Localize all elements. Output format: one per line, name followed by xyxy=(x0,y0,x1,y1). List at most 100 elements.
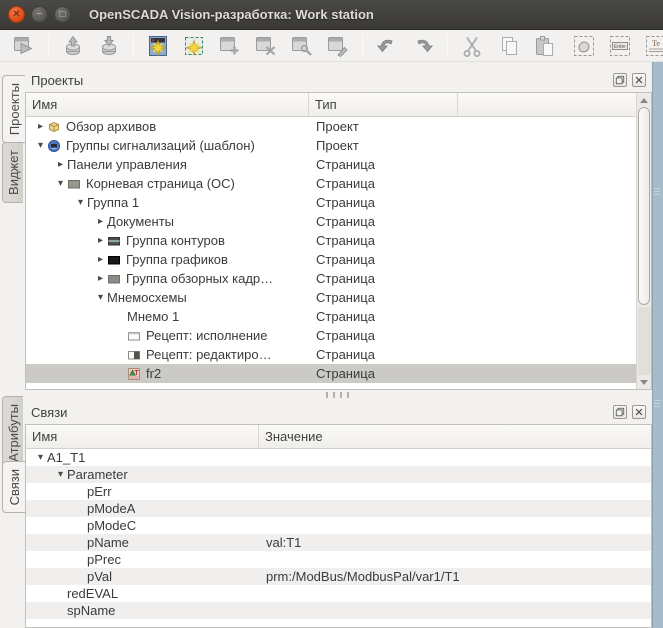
redo-icon[interactable] xyxy=(410,33,436,59)
run-project-icon[interactable] xyxy=(11,33,37,59)
tree-row[interactable]: ▾A1_T1 xyxy=(26,449,651,466)
projects-vertical-scrollbar[interactable] xyxy=(636,93,651,389)
collapse-icon[interactable]: ▾ xyxy=(34,453,47,463)
collapse-icon[interactable]: ▾ xyxy=(94,293,107,303)
save-to-db-icon[interactable] xyxy=(96,33,122,59)
collapse-icon[interactable]: ▾ xyxy=(54,470,67,480)
svg-text:Enter: Enter xyxy=(614,44,626,50)
svg-text:Te: Te xyxy=(652,39,660,48)
tree-row[interactable]: ▸Группа обзорных кадр…Страница xyxy=(26,269,651,288)
tree-row[interactable]: ▾Группа 1Страница xyxy=(26,193,651,212)
tree-row[interactable]: pErr xyxy=(26,483,651,500)
tab-links[interactable]: Связи xyxy=(2,461,25,513)
tree-row[interactable]: Tfr2Страница xyxy=(26,364,651,383)
dock-splitter-grip-icon[interactable] xyxy=(654,188,660,196)
paste-icon[interactable] xyxy=(531,33,557,59)
tree-row[interactable]: pNameval:T1 xyxy=(26,534,651,551)
scroll-down-icon[interactable] xyxy=(637,375,651,389)
add-widget-icon[interactable] xyxy=(217,33,243,59)
row-label: pModeA xyxy=(87,501,135,516)
tab-widget[interactable]: Виджет xyxy=(2,142,23,203)
window-maximize-button[interactable]: □ xyxy=(54,6,71,23)
widget-properties-icon xyxy=(290,34,314,58)
row-label: Группа обзорных кадр… xyxy=(126,271,273,286)
toolbar-separator xyxy=(362,35,363,57)
new-project-icon[interactable] xyxy=(145,33,171,59)
tab-projects[interactable]: Проекты xyxy=(2,75,25,143)
scroll-up-icon[interactable] xyxy=(637,93,651,107)
dock-splitter-grip-icon[interactable] xyxy=(654,400,660,408)
widget-properties-icon[interactable] xyxy=(289,33,315,59)
row-label: Мнемо 1 xyxy=(127,309,179,324)
tree-row[interactable]: ▾Parameter xyxy=(26,466,651,483)
tree-row[interactable]: ▸Группа контуровСтраница xyxy=(26,231,651,250)
projects-panel-titlebar: Проекты xyxy=(25,68,652,92)
undo-icon[interactable] xyxy=(374,33,400,59)
expand-icon[interactable]: ▸ xyxy=(94,236,107,246)
copy-icon xyxy=(496,34,520,58)
links-close-button[interactable] xyxy=(632,405,646,419)
column-header-name[interactable]: Имя xyxy=(26,425,259,448)
column-header-type[interactable]: Тип xyxy=(309,93,458,116)
type-cell: Проект xyxy=(309,117,651,136)
collapse-icon[interactable]: ▾ xyxy=(34,141,47,151)
links-float-button[interactable] xyxy=(613,405,627,419)
elfigure-widget-icon[interactable] xyxy=(571,33,597,59)
window-minimize-button[interactable]: − xyxy=(31,6,48,23)
projects-float-button[interactable] xyxy=(613,73,627,87)
widget-edit-icon[interactable] xyxy=(325,33,351,59)
tree-row[interactable]: pValprm:/ModBus/ModbusPal/var1/T1 xyxy=(26,568,651,585)
new-widget-icon[interactable] xyxy=(181,33,207,59)
name-cell: pModeA xyxy=(26,500,259,517)
expand-icon[interactable]: ▸ xyxy=(94,217,107,227)
value-cell xyxy=(259,517,651,534)
tree-row[interactable]: ▾Корневая страница (ОС)Страница xyxy=(26,174,651,193)
load-from-db-icon[interactable] xyxy=(60,33,86,59)
scrollbar-thumb[interactable] xyxy=(638,107,650,305)
name-cell: ▾Parameter xyxy=(26,466,259,483)
tree-row[interactable]: redEVAL xyxy=(26,585,651,602)
projects-panel: Проекты Имя Тип ▸Обзор архивовПроект▾Гру… xyxy=(25,68,652,390)
tree-row[interactable]: pModeC xyxy=(26,517,651,534)
name-cell: ▸Группа контуров xyxy=(26,231,309,250)
expand-icon[interactable]: ▸ xyxy=(94,274,107,284)
tree-row[interactable]: ▸ДокументыСтраница xyxy=(26,212,651,231)
panel-splitter[interactable] xyxy=(25,390,652,400)
page-recipe-run-icon xyxy=(127,329,142,343)
form-element-widget-icon[interactable]: Enter xyxy=(607,33,633,59)
expand-icon[interactable]: ▸ xyxy=(94,255,107,265)
name-cell: ▸Группа графиков xyxy=(26,250,309,269)
row-label: pVal xyxy=(87,569,112,584)
scrollbar-track[interactable] xyxy=(638,307,651,375)
row-label: A1_T1 xyxy=(47,450,85,465)
expand-icon[interactable]: ▸ xyxy=(54,160,67,170)
tree-row[interactable]: pPrec xyxy=(26,551,651,568)
type-cell: Страница xyxy=(309,326,651,345)
projects-close-button[interactable] xyxy=(632,73,646,87)
tree-row[interactable]: pModeA xyxy=(26,500,651,517)
tree-row[interactable]: Рецепт: редактиро…Страница xyxy=(26,345,651,364)
copy-icon[interactable] xyxy=(495,33,521,59)
projects-rows: ▸Обзор архивовПроект▾Группы сигнализаций… xyxy=(26,117,651,383)
tree-row[interactable]: Мнемо 1Страница xyxy=(26,307,651,326)
cut-icon[interactable] xyxy=(459,33,485,59)
text-widget-icon[interactable]: Te xyxy=(643,33,663,59)
type-cell: Проект xyxy=(309,136,651,155)
collapse-icon[interactable]: ▾ xyxy=(74,198,87,208)
tree-row[interactable]: Рецепт: исполнениеСтраница xyxy=(26,326,651,345)
text-widget-icon: Te xyxy=(644,34,663,58)
column-header-value[interactable]: Значение xyxy=(259,425,651,448)
delete-widget-icon[interactable] xyxy=(253,33,279,59)
window-close-button[interactable]: ✕ xyxy=(8,6,25,23)
tree-row[interactable]: ▾МнемосхемыСтраница xyxy=(26,288,651,307)
tree-row[interactable]: ▸Группа графиковСтраница xyxy=(26,250,651,269)
tree-row[interactable]: spName xyxy=(26,602,651,619)
column-header-name[interactable]: Имя xyxy=(26,93,309,116)
collapse-icon[interactable]: ▾ xyxy=(54,179,67,189)
tree-row[interactable]: ▾Группы сигнализаций (шаблон)Проект xyxy=(26,136,651,155)
tree-row[interactable]: ▸Панели управленияСтраница xyxy=(26,155,651,174)
tab-attributes[interactable]: Атрибуты xyxy=(2,396,23,470)
expand-icon[interactable]: ▸ xyxy=(34,122,47,132)
tree-row[interactable]: ▸Обзор архивовПроект xyxy=(26,117,651,136)
row-label: redEVAL xyxy=(67,586,118,601)
